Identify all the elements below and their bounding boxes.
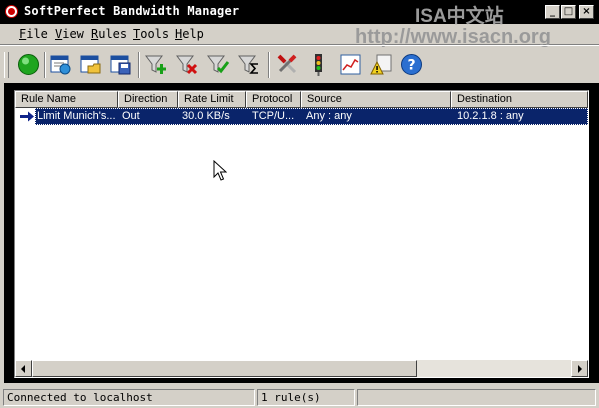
window-folder-icon: [80, 55, 101, 74]
column-header-source[interactable]: Source: [301, 91, 451, 108]
menu-view[interactable]: View: [55, 27, 84, 41]
status-connection: Connected to localhost: [3, 389, 255, 406]
column-header-protocol[interactable]: Protocol: [246, 91, 301, 108]
start-button[interactable]: [16, 52, 41, 77]
cell-rate-limit: 30.0 KB/s: [182, 110, 230, 122]
cell-destination: 10.2.1.8 : any: [457, 110, 524, 122]
charts-button[interactable]: [338, 52, 363, 77]
filter-check-icon: [207, 55, 230, 74]
maximize-button[interactable]: □: [561, 5, 576, 19]
menu-tools[interactable]: Tools: [133, 27, 169, 41]
add-rule-button[interactable]: [144, 52, 169, 77]
traffic-button[interactable]: [306, 52, 331, 77]
table-row[interactable]: Limit Munich's... Out 30.0 KB/s TCP/U...…: [15, 108, 588, 125]
toolbar-separator: [44, 52, 46, 78]
arrow-left-icon: [21, 365, 25, 373]
menu-help[interactable]: Help: [175, 27, 204, 41]
status-extra: [357, 389, 596, 406]
edit-rule-button[interactable]: [206, 52, 231, 77]
title-bar[interactable]: SoftPerfect Bandwidth Manager ISA中文站 _ □…: [0, 0, 599, 27]
delete-rule-button[interactable]: [175, 52, 200, 77]
cell-direction: Out: [122, 110, 140, 122]
column-header-rate-limit[interactable]: Rate Limit: [178, 91, 246, 108]
toolbar-separator: [138, 52, 140, 78]
toolbar-grip[interactable]: [4, 52, 9, 78]
filter-add-icon: [145, 55, 166, 74]
tools-icon: [277, 54, 297, 74]
arrow-right-icon: [20, 111, 34, 122]
open-button[interactable]: [78, 52, 103, 77]
filter-delete-icon: [176, 55, 198, 75]
help-icon: ?: [401, 54, 422, 75]
warning-log-icon: [370, 54, 392, 75]
filter-sum-icon: [238, 55, 258, 74]
status-rule-count: 1 rule(s): [257, 389, 355, 406]
svg-text:?: ?: [407, 58, 415, 74]
scrollbar-thumb[interactable]: [32, 360, 417, 377]
scroll-left-button[interactable]: [15, 360, 32, 377]
green-circle-icon: [18, 54, 39, 75]
app-logo-icon[interactable]: [5, 5, 18, 18]
menu-file[interactable]: File: [19, 27, 48, 41]
cell-protocol: TCP/U...: [252, 110, 295, 122]
scroll-right-button[interactable]: [571, 360, 588, 377]
toolbar-separator: [268, 52, 270, 78]
horizontal-scrollbar[interactable]: [15, 360, 588, 377]
column-header-destination[interactable]: Destination: [451, 91, 588, 108]
column-header-direction[interactable]: Direction: [118, 91, 178, 108]
minimize-button[interactable]: _: [545, 5, 560, 19]
close-button[interactable]: ×: [579, 5, 594, 19]
arrow-right-small-icon: [578, 365, 582, 373]
app-window: SoftPerfect Bandwidth Manager ISA中文站 _ □…: [0, 0, 599, 408]
cell-rule-name: Limit Munich's...: [37, 110, 116, 122]
log-button[interactable]: [369, 52, 394, 77]
window-title: SoftPerfect Bandwidth Manager: [24, 4, 240, 18]
toolbar: ?: [0, 45, 599, 84]
cell-source: Any : any: [306, 110, 352, 122]
rules-list[interactable]: Rule Name Direction Rate Limit Protocol …: [14, 90, 589, 378]
window-save-icon: [110, 55, 131, 75]
traffic-light-icon: [315, 54, 322, 76]
window-refresh-icon: [50, 55, 71, 75]
mouse-cursor-icon: [213, 160, 227, 181]
menu-rules[interactable]: Rules: [91, 27, 127, 41]
chart-icon: [340, 54, 361, 75]
summary-button[interactable]: [237, 52, 262, 77]
save-button[interactable]: [108, 52, 133, 77]
options-button[interactable]: [275, 52, 300, 77]
column-header-rule-name[interactable]: Rule Name: [15, 91, 118, 108]
status-bar: Connected to localhost 1 rule(s): [0, 388, 599, 408]
help-button[interactable]: ?: [399, 52, 424, 77]
list-header: Rule Name Direction Rate Limit Protocol …: [15, 91, 588, 108]
refresh-window-button[interactable]: [48, 52, 73, 77]
